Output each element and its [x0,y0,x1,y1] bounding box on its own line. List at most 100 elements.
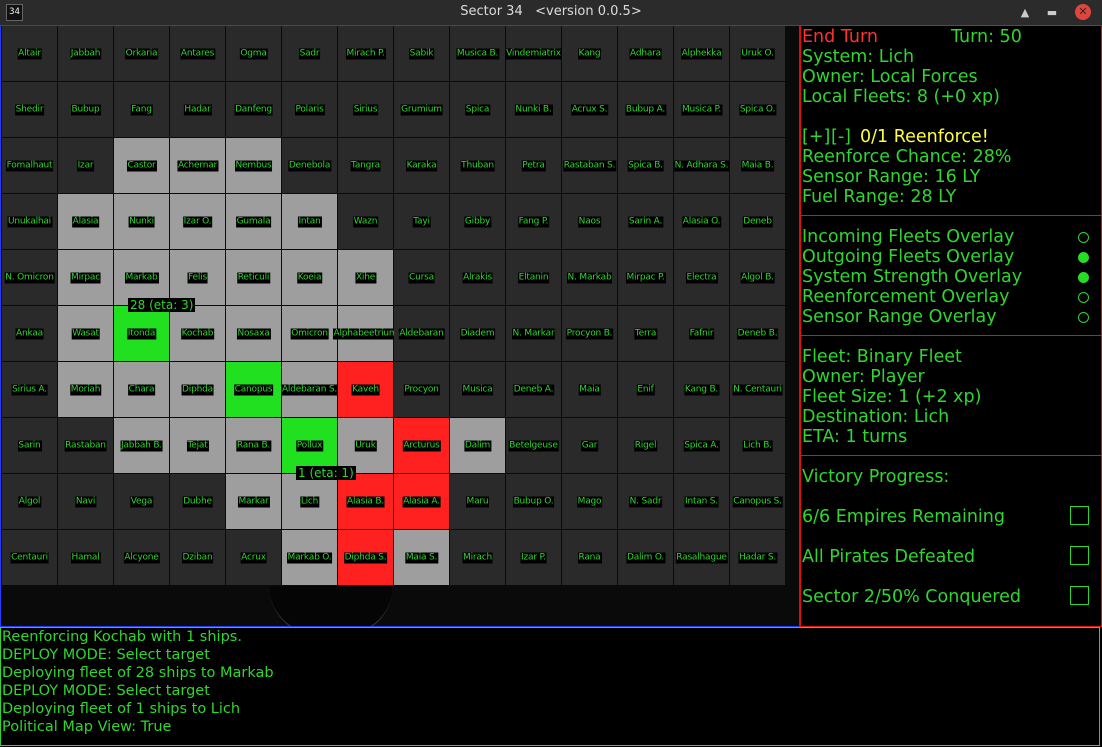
star-system-cell[interactable]: Uruk [338,418,393,473]
star-system-cell[interactable]: Pollux [282,418,337,473]
star-system-cell[interactable]: Ankaa [2,306,57,361]
star-system-cell[interactable]: Nunki B. [506,82,561,137]
star-system-cell[interactable]: Intan [282,194,337,249]
star-system-cell[interactable]: Uruk O. [730,26,785,81]
star-system-cell[interactable]: Dubhe [170,474,225,529]
star-system-cell[interactable]: Cursa [394,250,449,305]
star-system-cell[interactable]: Rastaban S. [562,138,617,193]
fleet-eta-label[interactable]: 1 (eta: 1) [296,466,356,480]
star-system-cell[interactable]: Eltanin [506,250,561,305]
star-system-cell[interactable]: Koeia [282,250,337,305]
star-system-cell[interactable]: Reticuli [226,250,281,305]
star-system-cell[interactable]: Mirach P. [338,26,393,81]
star-system-cell[interactable]: Lich B. [730,418,785,473]
star-system-cell[interactable]: Diadem [450,306,505,361]
star-system-cell[interactable]: Castor [114,138,169,193]
sector-map[interactable]: Altair Jabbah Orkaria Antares Ogma Sadr Mirach… [0,25,800,627]
overlay-toggle-label[interactable]: Incoming Fleets Overlay [802,227,1014,247]
star-system-cell[interactable]: Sabik [394,26,449,81]
star-system-cell[interactable]: Izar P. [506,530,561,585]
star-system-cell[interactable]: Altair [2,26,57,81]
star-system-cell[interactable]: Polaris [282,82,337,137]
star-system-cell[interactable]: Alrakis [450,250,505,305]
star-system-cell[interactable]: N. Omicron [2,250,57,305]
star-system-cell[interactable]: Vindemiatrix [505,26,562,81]
star-system-cell[interactable]: Musica [450,362,505,417]
star-system-cell[interactable]: Dziban [170,530,225,585]
star-system-cell[interactable]: Denebola [282,138,337,193]
overlay-radio[interactable] [1078,232,1089,243]
star-system-cell[interactable]: Sarin [2,418,57,473]
star-system-cell[interactable]: Moriah [58,362,113,417]
close-button[interactable]: ✕ [1075,4,1091,20]
star-system-cell[interactable]: Musica P. [674,82,729,137]
star-system-cell[interactable]: Fang P. [506,194,561,249]
star-system-cell[interactable]: Izar O. [170,194,225,249]
star-system-cell[interactable]: Terra [618,306,673,361]
star-system-cell[interactable]: Adhara [618,26,673,81]
star-system-cell[interactable]: Bubup A. [618,82,673,137]
star-system-cell[interactable]: Betelgeuse [506,418,561,473]
star-system-cell[interactable]: Procyon B. [562,306,617,361]
star-system-cell[interactable]: Itonda [114,306,169,361]
reenforce-plus-button[interactable]: [+] [802,127,830,147]
star-system-cell[interactable]: Felis [170,250,225,305]
star-system-cell[interactable]: Navi [58,474,113,529]
star-system-cell[interactable]: Kaveh [338,362,393,417]
star-system-cell[interactable]: Sirius [338,82,393,137]
star-system-cell[interactable]: Dalim O. [618,530,673,585]
star-system-cell[interactable]: Spica A. [674,418,729,473]
star-system-cell[interactable]: Markar [226,474,281,529]
star-system-cell[interactable]: Deneb A. [506,362,561,417]
star-system-cell[interactable]: Wasat [58,306,113,361]
star-system-cell[interactable]: Jabbah [58,26,113,81]
star-system-cell[interactable]: Petra [506,138,561,193]
star-system-cell[interactable]: Maia B. [730,138,785,193]
star-system-cell[interactable]: Hadar [170,82,225,137]
star-system-cell[interactable]: Tangra [338,138,393,193]
star-system-cell[interactable]: Algol B. [730,250,785,305]
overlay-toggle-label[interactable]: System Strength Overlay [802,267,1022,287]
reenforce-button[interactable]: 0/1 Reenforce! [860,127,989,147]
star-system-cell[interactable]: Fomalhaut [2,138,57,193]
star-system-cell[interactable]: N. Centauri [730,362,785,417]
star-system-cell[interactable]: Rigel [618,418,673,473]
minimize-button[interactable]: ▬ [1043,4,1061,21]
star-system-cell[interactable]: Unukalhai [2,194,57,249]
star-system-cell[interactable]: Alasia [58,194,113,249]
overlay-toggle-label[interactable]: Reenforcement Overlay [802,287,1009,307]
star-system-cell[interactable]: Danfeng [226,82,281,137]
star-system-cell[interactable]: Gibby [450,194,505,249]
star-system-cell[interactable]: Algol [2,474,57,529]
star-system-cell[interactable]: Spica B. [618,138,673,193]
star-system-cell[interactable]: Aldebaran S. [280,362,339,417]
star-system-cell[interactable]: Alphabeetrium [332,306,399,361]
star-system-cell[interactable]: Tejat [170,418,225,473]
overlay-radio[interactable] [1078,272,1089,283]
star-system-cell[interactable]: Xihe [338,250,393,305]
star-system-cell[interactable]: N. Markar [506,306,561,361]
star-system-cell[interactable]: Sadr [282,26,337,81]
star-system-cell[interactable]: Naos [562,194,617,249]
star-system-cell[interactable]: Tayi [394,194,449,249]
shade-button[interactable]: ▲ [1016,4,1034,21]
star-system-cell[interactable]: Mirpac [58,250,113,305]
star-system-cell[interactable]: Jabbah B. [114,418,169,473]
star-system-cell[interactable]: Kang [562,26,617,81]
star-system-cell[interactable]: Alasia B. [338,474,393,529]
star-system-cell[interactable]: Maru [450,474,505,529]
star-system-cell[interactable]: Kochab [170,306,225,361]
star-system-cell[interactable]: Mago [562,474,617,529]
star-system-cell[interactable]: Maia [562,362,617,417]
reenforce-minus-button[interactable]: [-] [831,127,851,147]
star-system-cell[interactable]: Lich [282,474,337,529]
star-system-cell[interactable]: Antares [170,26,225,81]
star-system-cell[interactable]: Karaka [394,138,449,193]
star-system-cell[interactable]: Canopus [226,362,281,417]
star-system-cell[interactable]: Wazn [338,194,393,249]
star-system-cell[interactable]: Enif [618,362,673,417]
star-system-cell[interactable]: Orkaria [114,26,169,81]
star-system-cell[interactable]: Procyon [394,362,449,417]
star-system-cell[interactable]: Fang [114,82,169,137]
star-system-cell[interactable]: Sarin A. [618,194,673,249]
